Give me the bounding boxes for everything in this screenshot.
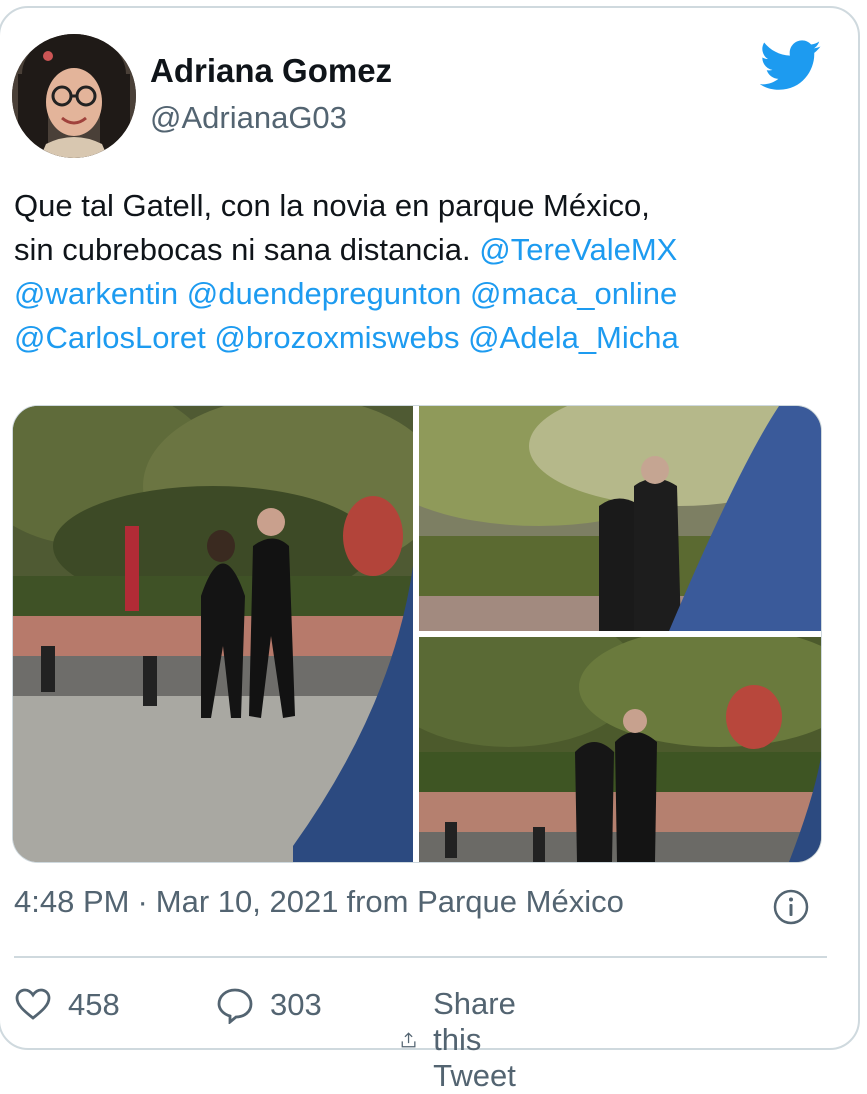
tweet-source[interactable]: from Parque México bbox=[346, 884, 623, 920]
author-handle[interactable]: @AdrianaG03 bbox=[150, 100, 347, 136]
tweet-text-part: sin cubrebocas ni sana distancia. bbox=[14, 232, 471, 267]
divider bbox=[14, 956, 827, 958]
twitter-bird-icon[interactable] bbox=[759, 40, 822, 92]
mention-link[interactable]: @Adela_Micha bbox=[468, 320, 679, 355]
share-icon bbox=[401, 1032, 416, 1048]
tweet-time[interactable]: 4:48 PM bbox=[14, 884, 129, 920]
reply-bubble-icon bbox=[217, 988, 253, 1024]
photo-2[interactable] bbox=[419, 406, 821, 631]
heart-icon bbox=[15, 988, 51, 1020]
author-name[interactable]: Adriana Gomez bbox=[150, 52, 392, 90]
mention-link[interactable]: @warkentin bbox=[14, 276, 178, 311]
mention-link[interactable]: @TereValeMX bbox=[479, 232, 677, 267]
mention-link[interactable]: @duendepregunton bbox=[187, 276, 462, 311]
reply-button[interactable]: 303 bbox=[216, 986, 322, 1024]
mention-link[interactable]: @CarlosLoret bbox=[14, 320, 206, 355]
info-icon[interactable] bbox=[772, 888, 810, 926]
tweet-text: Que tal Gatell, con la novia en parque M… bbox=[14, 184, 844, 360]
mention-link[interactable]: @brozoxmiswebs bbox=[214, 320, 459, 355]
like-count: 458 bbox=[68, 987, 120, 1022]
photo-1[interactable] bbox=[13, 406, 413, 862]
share-label: Share this Tweet bbox=[433, 986, 516, 1093]
tweet-text-part: Que tal Gatell, con la novia en parque M… bbox=[14, 188, 650, 223]
tweet-meta: 4:48 PM · Mar 10, 2021 from Parque Méxic… bbox=[14, 884, 624, 920]
like-button[interactable]: 458 bbox=[14, 986, 120, 1024]
avatar[interactable] bbox=[12, 34, 136, 158]
photo-3[interactable] bbox=[419, 637, 821, 862]
tweet-date[interactable]: Mar 10, 2021 bbox=[156, 884, 339, 920]
meta-separator: · bbox=[137, 884, 148, 919]
mention-link[interactable]: @maca_online bbox=[470, 276, 677, 311]
media-grid bbox=[12, 405, 822, 863]
share-button[interactable]: Share this Tweet bbox=[400, 986, 537, 1094]
reply-count: 303 bbox=[270, 987, 322, 1022]
